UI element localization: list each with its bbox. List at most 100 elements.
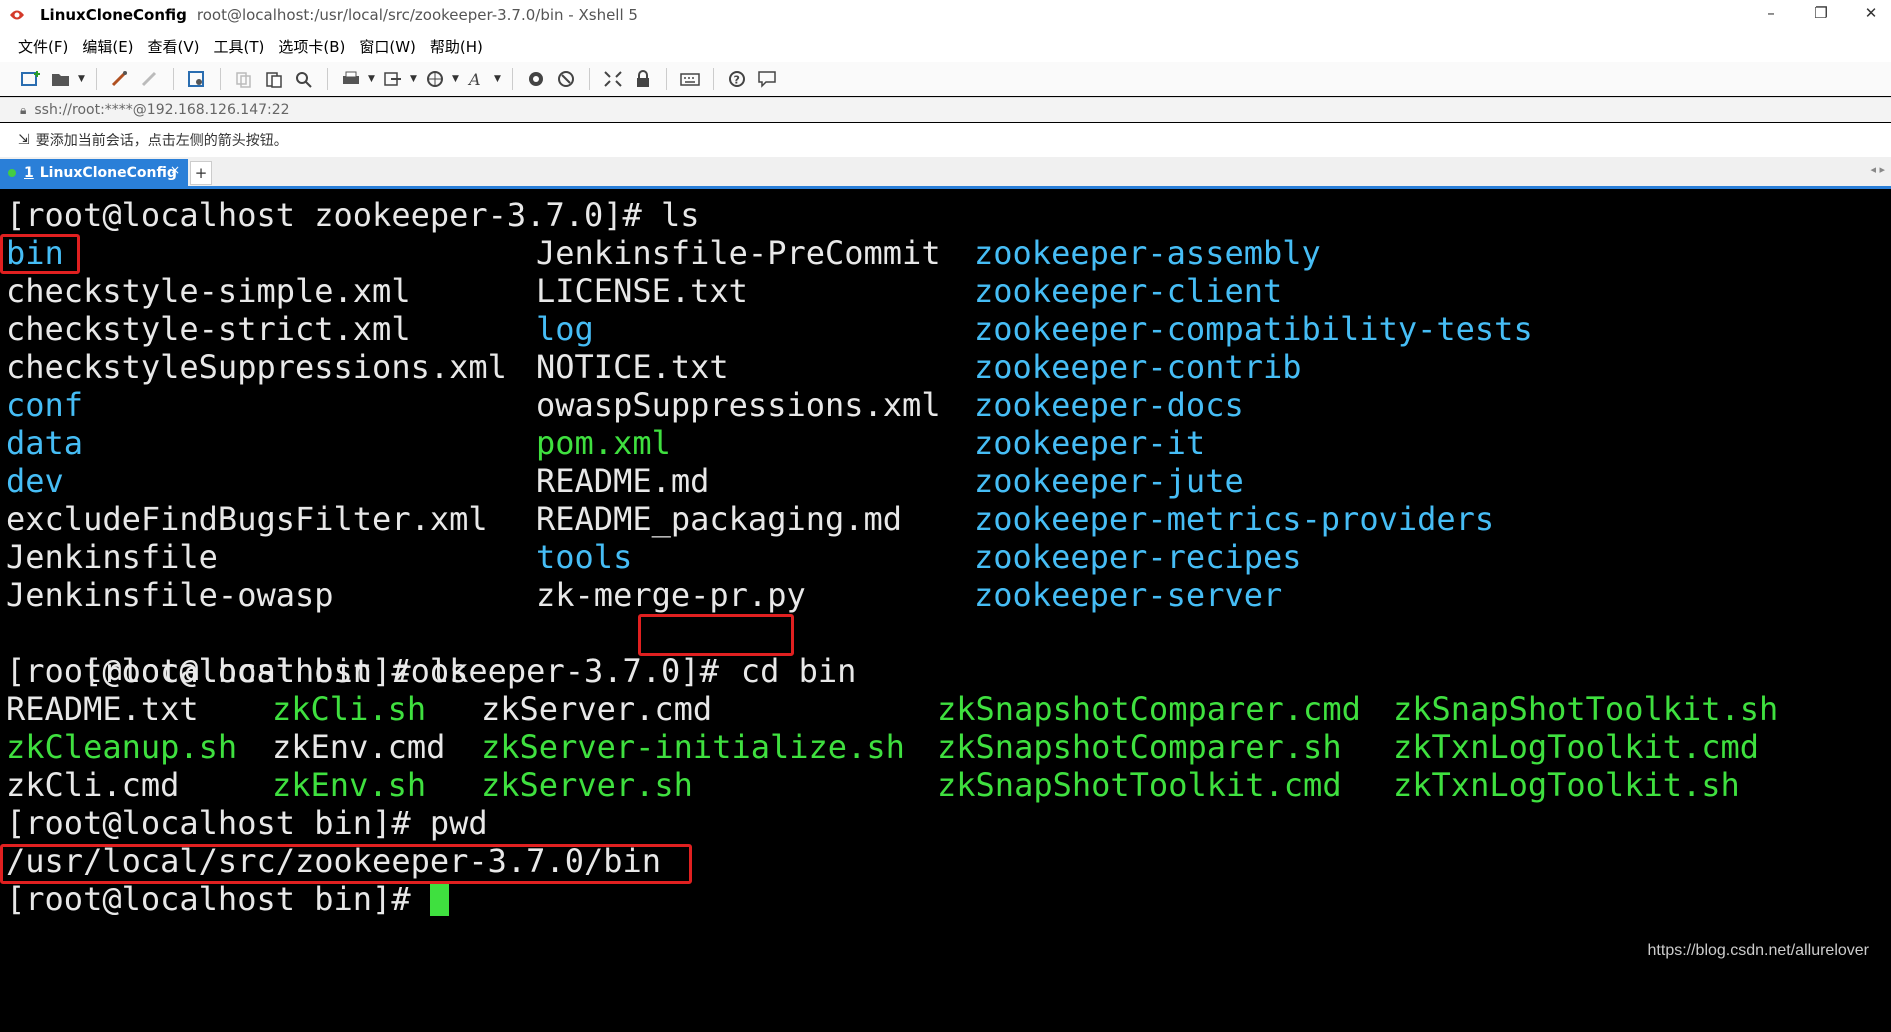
maximize-button[interactable]: ❐ xyxy=(1811,4,1831,22)
tab-linuxcloneconfig[interactable]: 1 LinuxCloneConfig × xyxy=(0,159,188,187)
menu-tools[interactable]: 工具(T) xyxy=(214,36,265,57)
help-icon[interactable]: ? xyxy=(724,66,750,92)
terminal-line: dev README.md zookeeper-jute xyxy=(6,462,1244,500)
ls-entry: NOTICE.txt xyxy=(536,348,729,386)
ls-entry: checkstyle-simple.xml xyxy=(6,272,411,310)
terminal-line: data pom.xml zookeeper-it xyxy=(6,424,1205,462)
tab-label: LinuxCloneConfig xyxy=(39,165,177,181)
window-controls: – ❐ ✕ xyxy=(1761,4,1881,22)
terminal-line: excludeFindBugsFilter.xml README_packagi… xyxy=(6,500,1494,538)
menu-edit[interactable]: 编辑(E) xyxy=(82,36,133,57)
terminal-line: README.txt zkCli.sh zkServer.cmd zkSnaps… xyxy=(6,690,1778,728)
ls-entry: README.md xyxy=(536,462,710,500)
ls-entry: pom.xml xyxy=(536,424,671,462)
ls-entry: zkCli.cmd xyxy=(6,766,180,804)
ls-entry: zkEnv.sh xyxy=(272,766,427,804)
toolbar-separator xyxy=(666,68,667,90)
ls-entry: zookeeper-jute xyxy=(974,462,1244,500)
terminal-line: conf owaspSuppressions.xml zookeeper-doc… xyxy=(6,386,1244,424)
command-text: cd bin xyxy=(740,652,857,690)
address-field[interactable]: ssh://root:****@192.168.126.147:22 xyxy=(34,102,289,118)
comment-icon[interactable] xyxy=(754,66,780,92)
disconnect-icon[interactable] xyxy=(137,66,163,92)
toolbar-separator xyxy=(96,68,97,90)
ls-entry: LICENSE.txt xyxy=(536,272,748,310)
ls-entry: excludeFindBugsFilter.xml xyxy=(6,500,488,538)
ls-entry: tools xyxy=(536,538,633,576)
menu-help[interactable]: 帮助(H) xyxy=(430,36,483,57)
ls-entry: Jenkinsfile xyxy=(6,538,218,576)
ls-entry: README.txt xyxy=(6,690,199,728)
properties-icon[interactable] xyxy=(184,66,210,92)
terminal-line: zkCli.cmd zkEnv.sh zkServer.sh zkSnapSho… xyxy=(6,766,1740,804)
transfer-dropdown-caret-icon[interactable]: ▼ xyxy=(410,74,418,84)
menu-view[interactable]: 查看(V) xyxy=(148,36,200,57)
fullscreen-icon[interactable] xyxy=(600,66,626,92)
new-session-icon[interactable] xyxy=(18,66,44,92)
find-icon[interactable] xyxy=(291,66,317,92)
terminal-line: zkCleanup.sh zkEnv.cmd zkServer-initiali… xyxy=(6,728,1759,766)
open-dropdown-caret-icon[interactable]: ▼ xyxy=(78,74,86,84)
transfer-icon[interactable] xyxy=(380,66,406,92)
copy-icon[interactable] xyxy=(231,66,257,92)
svg-text:A: A xyxy=(467,70,481,88)
ls-entry: zkCli.sh xyxy=(272,690,427,728)
ls-entry: zookeeper-compatibility-tests xyxy=(974,310,1533,348)
terminal-line: checkstyleSuppressions.xml NOTICE.txt zo… xyxy=(6,348,1302,386)
close-button[interactable]: ✕ xyxy=(1861,4,1881,22)
terminal-line: Jenkinsfile-owasp zk-merge-pr.py zookeep… xyxy=(6,576,1282,614)
ls-entry: zkTxnLogToolkit.cmd xyxy=(1393,728,1760,766)
ls-entry: Jenkinsfile-owasp xyxy=(6,576,334,614)
print-dropdown-caret-icon[interactable]: ▼ xyxy=(368,74,376,84)
terminal-area[interactable]: [root@localhost zookeeper-3.7.0]# ls bin… xyxy=(0,196,1891,970)
ls-entry: zkServer.sh xyxy=(481,766,693,804)
keyboard-icon[interactable] xyxy=(677,66,703,92)
toolbar-separator xyxy=(220,68,221,90)
ls-entry: zookeeper-server xyxy=(974,576,1283,614)
open-folder-icon[interactable] xyxy=(48,66,74,92)
ls-entry: log xyxy=(536,310,594,348)
session-hint-text: 要添加当前会话，点击左侧的箭头按钮。 xyxy=(35,133,288,149)
ls-entry: Jenkinsfile-PreCommit xyxy=(536,234,941,272)
xftp-icon[interactable] xyxy=(523,66,549,92)
ls-entry: zookeeper-metrics-providers xyxy=(974,500,1495,538)
print-icon[interactable] xyxy=(338,66,364,92)
menu-file[interactable]: 文件(F) xyxy=(18,36,68,57)
terminal-line: checkstyle-strict.xml log zookeeper-comp… xyxy=(6,310,1533,348)
terminal-line: Jenkinsfile tools zookeeper-recipes xyxy=(6,538,1302,576)
watermark-text: https://blog.csdn.net/allurelover xyxy=(1647,942,1869,959)
add-session-arrow-icon[interactable]: ⇲ xyxy=(18,132,30,148)
menu-tabs[interactable]: 选项卡(B) xyxy=(278,36,345,57)
minimize-button[interactable]: – xyxy=(1761,4,1781,22)
reconnect-icon[interactable] xyxy=(107,66,133,92)
ls-entry: zookeeper-client xyxy=(974,272,1283,310)
ls-entry: zkServer.cmd xyxy=(481,690,713,728)
highlight-box-cd-bin xyxy=(638,614,794,656)
ls-entry: zkSnapshotComparer.cmd xyxy=(937,690,1361,728)
ls-entry: zkSnapShotToolkit.cmd xyxy=(937,766,1342,804)
font-dropdown-caret-icon[interactable]: ▼ xyxy=(494,74,502,84)
globe-dropdown-caret-icon[interactable]: ▼ xyxy=(452,74,460,84)
add-tab-button[interactable]: + xyxy=(190,161,212,185)
tab-scroll-arrows-icon[interactable]: ◂ ▸ xyxy=(1870,163,1885,176)
connection-status-icon xyxy=(8,169,16,177)
toolbar-separator xyxy=(327,68,328,90)
tab-close-icon[interactable]: × xyxy=(170,163,180,177)
ls-entry: zkServer-initialize.sh xyxy=(481,728,905,766)
ls-entry: conf xyxy=(6,386,84,424)
ls-entry: checkstyleSuppressions.xml xyxy=(6,348,507,386)
window-app-name: LinuxCloneConfig xyxy=(40,6,187,24)
ls-entry: zk-merge-pr.py xyxy=(536,576,806,614)
terminal-line: [root@localhost bin]# ls xyxy=(6,652,469,690)
font-icon[interactable]: A xyxy=(464,66,490,92)
globe-icon[interactable] xyxy=(422,66,448,92)
svg-text:?: ? xyxy=(734,74,740,87)
xshell-icon[interactable] xyxy=(553,66,579,92)
ls-entry: zookeeper-recipes xyxy=(974,538,1302,576)
ls-entry: dev xyxy=(6,462,64,500)
lock-icon[interactable] xyxy=(630,66,656,92)
paste-icon[interactable] xyxy=(261,66,287,92)
ls-entry: checkstyle-strict.xml xyxy=(6,310,411,348)
menu-window[interactable]: 窗口(W) xyxy=(359,36,416,57)
menu-bar: 文件(F) 编辑(E) 查看(V) 工具(T) 选项卡(B) 窗口(W) 帮助(… xyxy=(0,30,1891,62)
